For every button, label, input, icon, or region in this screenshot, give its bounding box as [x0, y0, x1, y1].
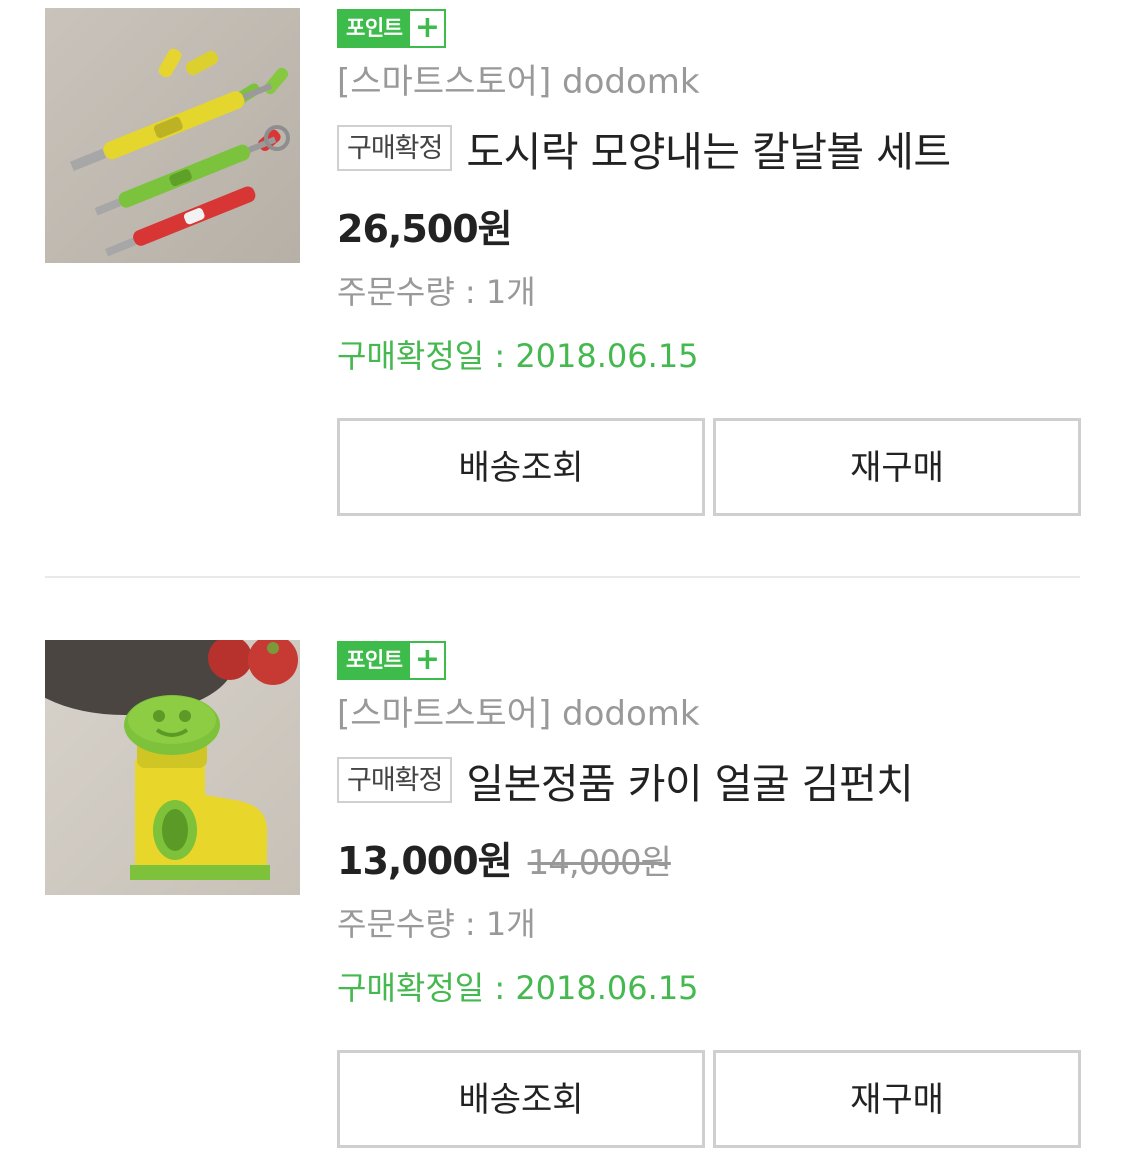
order-quantity: 주문수량 : 1개 — [337, 273, 536, 311]
plus-icon: + — [410, 643, 445, 678]
status-badge: 구매확정 — [337, 125, 453, 171]
price: 13,000원 — [337, 839, 513, 883]
track-delivery-button[interactable]: 배송조회 — [337, 418, 705, 516]
store-name[interactable]: [스마트스토어] dodomk — [337, 692, 700, 736]
point-plus-badge: 포인트 + — [337, 9, 447, 48]
original-price: 14,000원 — [527, 843, 672, 883]
store-name[interactable]: [스마트스토어] dodomk — [337, 60, 700, 104]
product-image[interactable] — [45, 640, 300, 895]
rebuy-button[interactable]: 재구매 — [713, 1050, 1081, 1148]
point-badge-label: 포인트 — [346, 16, 403, 40]
price-row: 26,500원 — [337, 198, 513, 253]
product-title-row: 구매확정 도시락 모양내는 칼날볼 세트 — [337, 118, 951, 178]
point-badge-label: 포인트 — [346, 648, 403, 672]
point-plus-badge: 포인트 + — [337, 641, 447, 680]
track-delivery-button[interactable]: 배송조회 — [337, 1050, 705, 1148]
product-title-row: 구매확정 일본정품 카이 얼굴 김펀치 — [337, 750, 914, 810]
order-divider — [45, 576, 1080, 578]
price: 26,500원 — [337, 207, 513, 251]
plus-icon: + — [410, 11, 445, 46]
order-quantity: 주문수량 : 1개 — [337, 905, 536, 943]
purchase-confirm-date: 구매확정일 : 2018.06.15 — [337, 337, 699, 375]
product-name[interactable]: 도시락 모양내는 칼날볼 세트 — [466, 118, 951, 178]
rebuy-button[interactable]: 재구매 — [713, 418, 1081, 516]
product-image-knife-set — [45, 8, 300, 263]
product-image-face-punch — [45, 640, 300, 895]
purchase-confirm-date: 구매확정일 : 2018.06.15 — [337, 969, 699, 1007]
status-badge: 구매확정 — [337, 757, 453, 803]
price-row: 13,000원 14,000원 — [337, 830, 672, 885]
product-image[interactable] — [45, 8, 300, 263]
product-name[interactable]: 일본정품 카이 얼굴 김펀치 — [466, 750, 914, 810]
